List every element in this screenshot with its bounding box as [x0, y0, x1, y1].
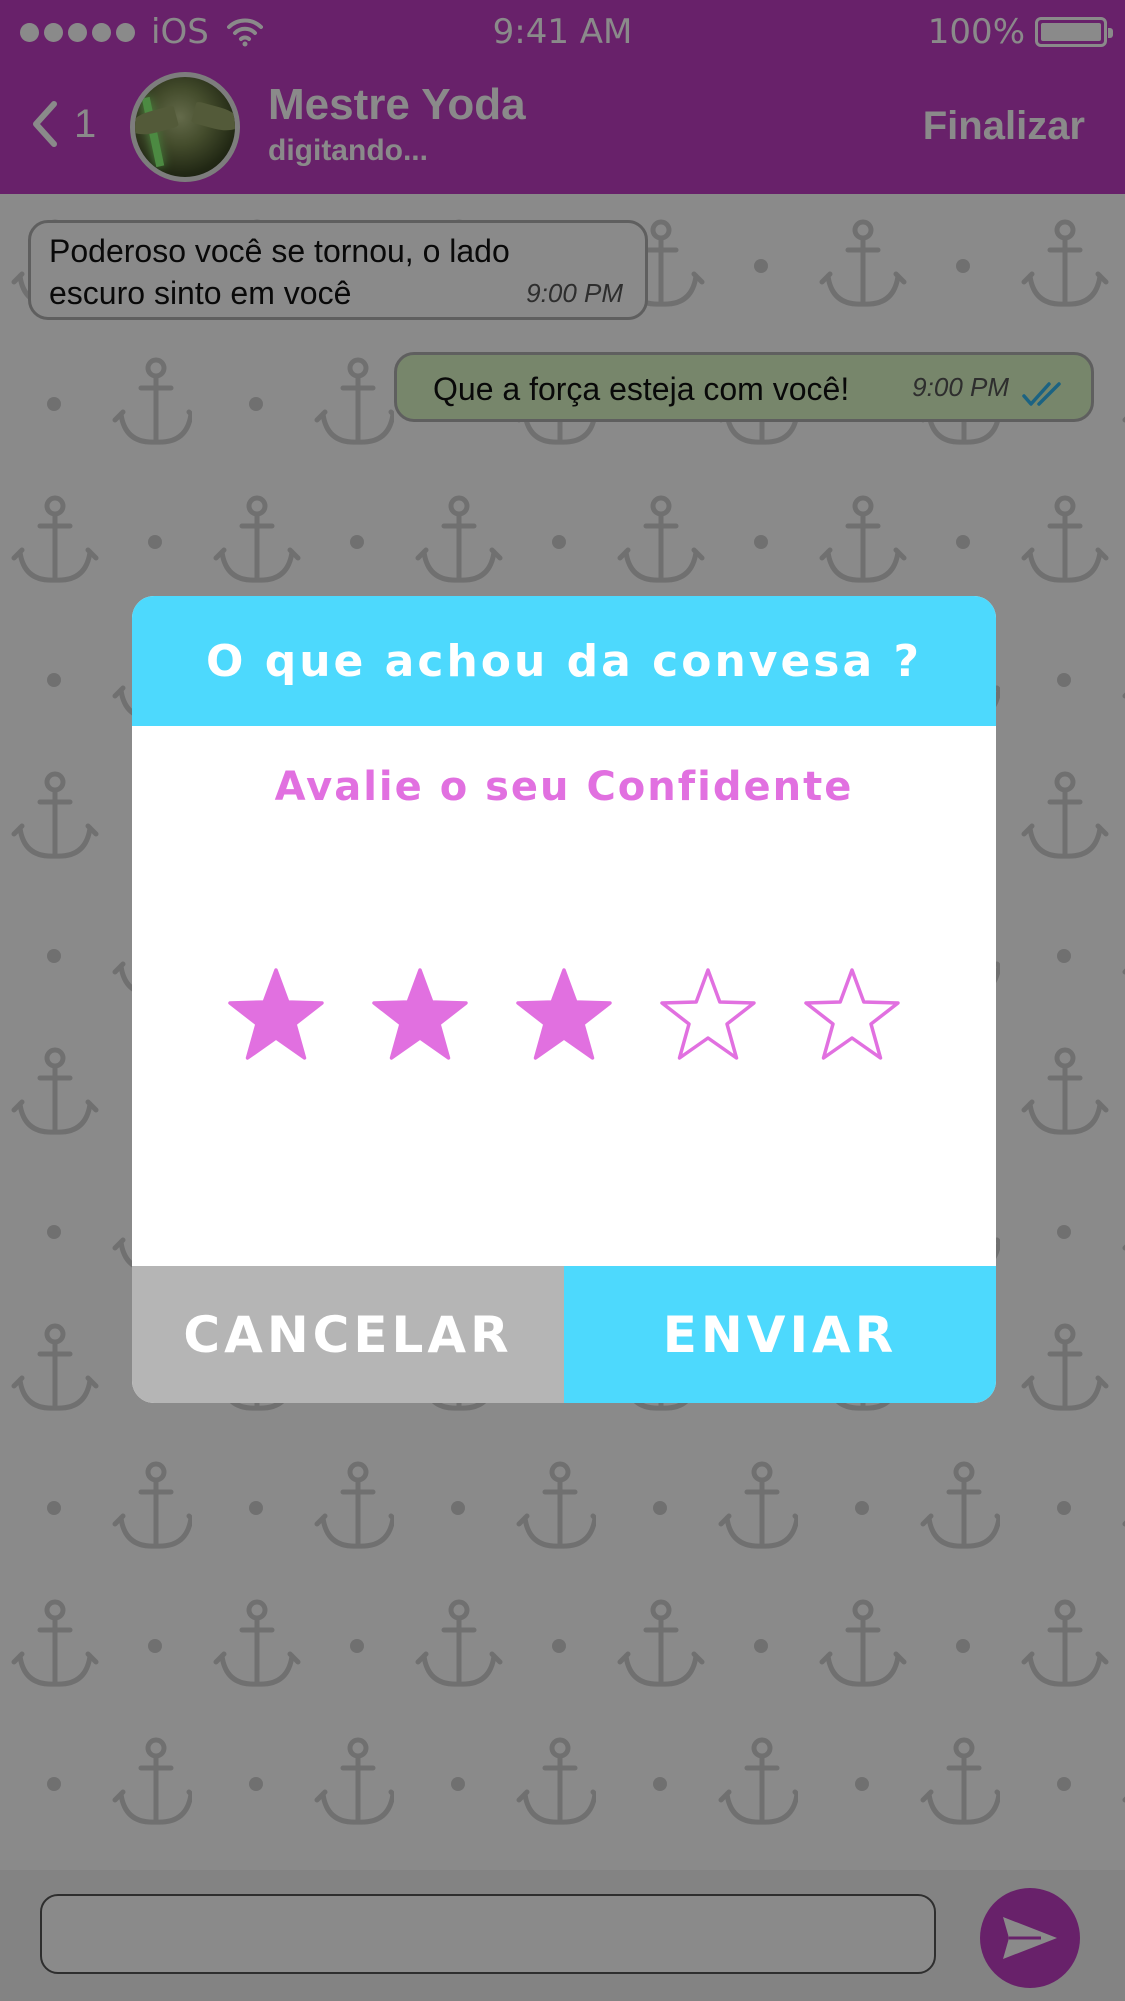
star-empty-icon[interactable]: [658, 966, 758, 1062]
cancel-button[interactable]: CANCELAR: [132, 1266, 564, 1403]
dialog-subtitle: Avalie o seu Confidente: [274, 764, 854, 810]
dialog-title: O que achou da convesa ?: [132, 596, 996, 726]
rating-dialog: O que achou da convesa ? Avalie o seu Co…: [132, 596, 996, 1403]
star-empty-icon[interactable]: [802, 966, 902, 1062]
star-rating[interactable]: [132, 966, 996, 1062]
star-filled-icon[interactable]: [514, 966, 614, 1062]
dialog-actions: CANCELAR ENVIAR: [132, 1266, 996, 1403]
star-filled-icon[interactable]: [370, 966, 470, 1062]
submit-rating-button[interactable]: ENVIAR: [564, 1266, 996, 1403]
star-filled-icon[interactable]: [226, 966, 326, 1062]
